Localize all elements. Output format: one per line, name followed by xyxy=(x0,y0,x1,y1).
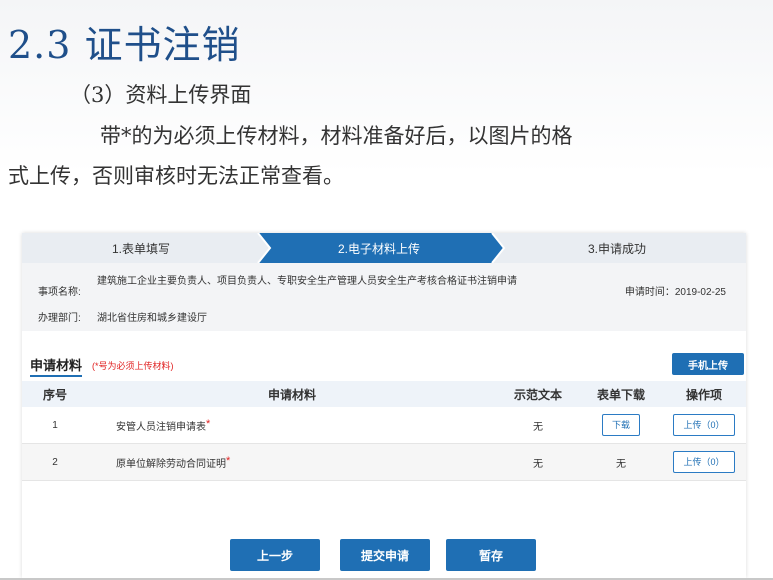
required-asterisk: * xyxy=(206,417,211,430)
row-sample: 无 xyxy=(496,407,580,444)
save-draft-button[interactable]: 暂存 xyxy=(446,539,536,571)
col-header-no: 序号 xyxy=(22,381,88,407)
col-header-sample: 示范文本 xyxy=(496,381,580,407)
col-header-action: 操作项 xyxy=(662,381,746,407)
submit-application-button[interactable]: 提交申请 xyxy=(340,539,430,571)
mobile-upload-button[interactable]: 手机上传 xyxy=(672,353,744,375)
download-button[interactable]: 下载 xyxy=(601,414,640,436)
row-download-text: 无 xyxy=(580,443,662,481)
material-name-text: 原单位解除劳动合同证明 xyxy=(116,458,226,470)
row-download-cell: 下载 xyxy=(580,407,662,444)
step-progress-bar: 1.表单填写 2.电子材料上传 3.申请成功 xyxy=(22,233,746,263)
material-name-text: 安管人员注销申请表 xyxy=(116,421,206,433)
apply-time: 申请时间：2019-02-25 xyxy=(624,287,726,298)
required-asterisk: * xyxy=(226,454,231,467)
item-name-value: 建筑施工企业主要负责人、项目负责人、专职安全生产管理人员安全生产考核合格证书注销… xyxy=(97,276,517,287)
application-info: 事项名称: 建筑施工企业主要负责人、项目负责人、专职安全生产管理人员安全生产考核… xyxy=(22,263,746,331)
row-action-cell: 上传（0） xyxy=(662,407,746,444)
table-header-row: 序号 申请材料 示范文本 表单下载 操作项 xyxy=(22,381,746,407)
required-note: (*号为必须上传材料) xyxy=(92,361,174,371)
department-label: 办理部门: xyxy=(38,313,81,324)
slide-subtitle: （3）资料上传界面 xyxy=(70,83,252,107)
row-material-name: 安管人员注销申请表* xyxy=(88,407,496,444)
table-row: 1 安管人员注销申请表* 无 下载 上传（0） xyxy=(22,407,746,444)
col-header-download: 表单下载 xyxy=(580,381,662,407)
row-action-cell: 上传（0） xyxy=(662,443,746,481)
upload-panel: 1.表单填写 2.电子材料上传 3.申请成功 事项名称: 建筑施工企业主要负责人… xyxy=(22,233,746,578)
step-1-label: 1.表单填写 xyxy=(112,242,171,256)
step-2-label: 2.电子材料上传 xyxy=(338,242,421,256)
materials-table: 序号 申请材料 示范文本 表单下载 操作项 1 安管人员注销申请表* 无 下载 … xyxy=(22,381,746,481)
materials-heading: 申请材料 xyxy=(30,355,83,377)
previous-step-button[interactable]: 上一步 xyxy=(230,539,320,571)
row-material-name: 原单位解除劳动合同证明* xyxy=(88,443,496,481)
slide-title: 2.3 证书注销 xyxy=(8,23,241,67)
table-row: 2 原单位解除劳动合同证明* 无 无 上传（0） xyxy=(22,443,746,481)
row-sample: 无 xyxy=(496,443,580,481)
department-value: 湖北省住房和城乡建设厅 xyxy=(97,313,207,324)
slide-paragraph-line1: 带*的为必须上传材料，材料准备好后，以图片的格 xyxy=(100,124,573,148)
upload-button[interactable]: 上传（0） xyxy=(673,414,735,436)
slide-paragraph-line2: 式上传，否则审核时无法正常查看。 xyxy=(8,164,344,188)
col-header-material: 申请材料 xyxy=(88,381,496,407)
row-no: 1 xyxy=(22,407,88,444)
item-name-label: 事项名称: xyxy=(38,287,81,298)
upload-button[interactable]: 上传（0） xyxy=(673,451,735,473)
step-3-label: 3.申请成功 xyxy=(588,242,647,256)
row-no: 2 xyxy=(22,443,88,481)
